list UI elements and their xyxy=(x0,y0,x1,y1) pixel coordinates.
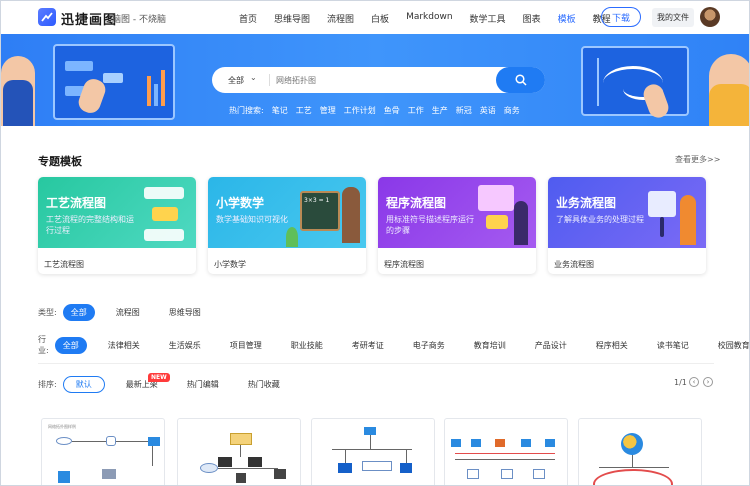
nav-whiteboard[interactable]: 白板 xyxy=(371,12,389,25)
card-cover: 3×3 = 1 xyxy=(208,177,366,248)
card-caption: 小学数学 xyxy=(214,260,246,269)
card-cover xyxy=(38,177,196,248)
search-input[interactable] xyxy=(276,72,476,88)
hot-tag[interactable]: 工艺 xyxy=(296,105,312,116)
top-header: 迅捷画图 脑图 - 不烧脑 首页 思维导图 流程图 白板 Markdown 数学… xyxy=(1,1,749,34)
brand-slogan: 脑图 - 不烧脑 xyxy=(112,15,166,25)
topic-card-process[interactable]: 工艺流程图 工艺流程的完整结构和运行过程 工艺流程图 xyxy=(38,177,196,274)
user-avatar[interactable] xyxy=(700,7,720,27)
hero-banner: 全部 ⌄ 热门搜索: 笔记 工艺 管理 工作计划 鱼骨 工作 生产 新冠 英语 … xyxy=(1,34,749,126)
card-cover xyxy=(378,177,536,248)
hot-search-label: 热门搜索: xyxy=(229,106,264,115)
card-title: 工艺流程图 xyxy=(46,196,107,210)
industry-option[interactable]: 法律相关 xyxy=(100,337,148,354)
industry-option[interactable]: 项目管理 xyxy=(222,337,270,354)
hot-tag[interactable]: 新冠 xyxy=(456,105,472,116)
page: 迅捷画图 脑图 - 不烧脑 首页 思维导图 流程图 白板 Markdown 数学… xyxy=(0,0,750,486)
topic-card-business[interactable]: 业务流程图 了解具体业务的处理过程 业务流程图 xyxy=(548,177,706,274)
type-mindmap[interactable]: 思维导图 xyxy=(161,304,209,321)
type-all[interactable]: 全部 xyxy=(62,304,95,321)
sort-filter-label: 排序: xyxy=(38,380,57,389)
illustration-person-left xyxy=(1,56,35,126)
template-thumbnail[interactable]: 网络拓扑图样例 xyxy=(41,418,165,485)
new-badge: NEW xyxy=(148,373,170,382)
card-title: 程序流程图 xyxy=(386,196,447,210)
industry-option[interactable]: 产品设计 xyxy=(527,337,575,354)
hot-tag[interactable]: 生产 xyxy=(432,105,448,116)
hot-tag[interactable]: 工作 xyxy=(408,105,424,116)
next-page-icon[interactable]: › xyxy=(703,377,713,387)
industry-option[interactable]: 读书笔记 xyxy=(649,337,697,354)
industry-option[interactable]: 程序相关 xyxy=(588,337,636,354)
main-nav: 首页 思维导图 流程图 白板 Markdown 数学工具 图表 模板 教程 xyxy=(239,12,628,25)
illustration-person-right xyxy=(709,54,749,126)
nav-markdown[interactable]: Markdown xyxy=(406,12,452,25)
hot-tag[interactable]: 工作计划 xyxy=(344,105,376,116)
card-caption: 业务流程图 xyxy=(554,260,594,269)
card-title: 业务流程图 xyxy=(556,196,617,210)
card-title: 小学数学 xyxy=(216,196,265,210)
industry-option[interactable]: 教育培训 xyxy=(466,337,514,354)
template-thumbnail[interactable] xyxy=(177,418,301,485)
hot-tag[interactable]: 英语 xyxy=(480,105,496,116)
search-scope-select[interactable]: 全部 xyxy=(228,75,244,86)
prev-page-icon[interactable]: ‹ xyxy=(689,377,699,387)
template-thumbnail[interactable] xyxy=(311,418,435,485)
hot-tag[interactable]: 鱼骨 xyxy=(384,105,400,116)
template-thumbnail[interactable] xyxy=(444,418,568,485)
type-filter: 类型: 全部 流程图 思维导图 xyxy=(38,304,222,321)
industry-option[interactable]: 生活娱乐 xyxy=(161,337,209,354)
card-caption: 程序流程图 xyxy=(384,260,424,269)
my-files-button[interactable]: 我的文件 xyxy=(652,8,694,27)
industry-option[interactable]: 考研考证 xyxy=(344,337,392,354)
nav-home[interactable]: 首页 xyxy=(239,12,257,25)
industry-filter-label: 行业: xyxy=(38,335,49,355)
view-more-link[interactable]: 查看更多>> xyxy=(675,154,720,165)
card-desc: 工艺流程的完整结构和运行过程 xyxy=(46,215,134,235)
nav-math-tools[interactable]: 数学工具 xyxy=(470,12,506,25)
illustration-screen-left xyxy=(53,44,175,120)
app-logo-icon[interactable] xyxy=(38,8,56,26)
nav-mindmap[interactable]: 思维导图 xyxy=(274,12,310,25)
thumbnail-caption: 网络拓扑图样例 xyxy=(48,424,76,429)
sort-default[interactable]: 默认 xyxy=(62,376,105,393)
search-divider xyxy=(269,74,270,86)
industry-option[interactable]: 职业技能 xyxy=(283,337,331,354)
nav-flowchart[interactable]: 流程图 xyxy=(327,12,354,25)
globe-icon xyxy=(621,433,643,455)
hot-tag[interactable]: 笔记 xyxy=(272,105,288,116)
hot-tag[interactable]: 管理 xyxy=(320,105,336,116)
search-icon xyxy=(514,74,527,86)
hot-search: 热门搜索: 笔记 工艺 管理 工作计划 鱼骨 工作 生产 新冠 英语 商务 xyxy=(229,105,528,116)
chalkboard-text: 3×3 = 1 xyxy=(304,197,330,204)
page-indicator: 1/1 xyxy=(674,378,687,387)
type-filter-label: 类型: xyxy=(38,308,57,317)
search-button[interactable] xyxy=(496,67,545,93)
industry-option[interactable]: 电子商务 xyxy=(405,337,453,354)
illustration-screen-right xyxy=(581,46,689,116)
industry-option[interactable]: 校园教育 xyxy=(710,337,749,354)
section-title: 专题模板 xyxy=(38,155,82,168)
card-caption: 工艺流程图 xyxy=(44,260,84,269)
card-desc: 用标准符号描述程序运行的步骤 xyxy=(386,215,474,235)
card-desc: 了解具体业务的处理过程 xyxy=(556,215,644,224)
industry-all[interactable]: 全部 xyxy=(54,336,87,354)
card-cover xyxy=(548,177,706,248)
topic-card-math[interactable]: 3×3 = 1 小学数学 数学基础知识可视化 小学数学 xyxy=(208,177,366,274)
hot-tag[interactable]: 商务 xyxy=(504,105,520,116)
nav-templates[interactable]: 模板 xyxy=(558,12,576,25)
topic-card-program[interactable]: 程序流程图 用标准符号描述程序运行的步骤 程序流程图 xyxy=(378,177,536,274)
download-button[interactable]: 下载 xyxy=(601,7,641,27)
sort-hot-edit[interactable]: 热门编辑 xyxy=(179,376,227,393)
chevron-down-icon[interactable]: ⌄ xyxy=(250,73,257,82)
search-bar: 全部 ⌄ xyxy=(212,67,545,93)
sort-hot-fav[interactable]: 热门收藏 xyxy=(240,376,288,393)
industry-filter: 行业: 全部 法律相关 生活娱乐 项目管理 职业技能 考研考证 电子商务 教育培… xyxy=(38,334,749,356)
nav-charts[interactable]: 图表 xyxy=(523,12,541,25)
filter-divider xyxy=(38,363,714,364)
type-flowchart[interactable]: 流程图 xyxy=(108,304,148,321)
brand-name[interactable]: 迅捷画图 xyxy=(61,9,117,28)
card-desc: 数学基础知识可视化 xyxy=(216,215,288,224)
template-thumbnail[interactable] xyxy=(578,418,702,485)
